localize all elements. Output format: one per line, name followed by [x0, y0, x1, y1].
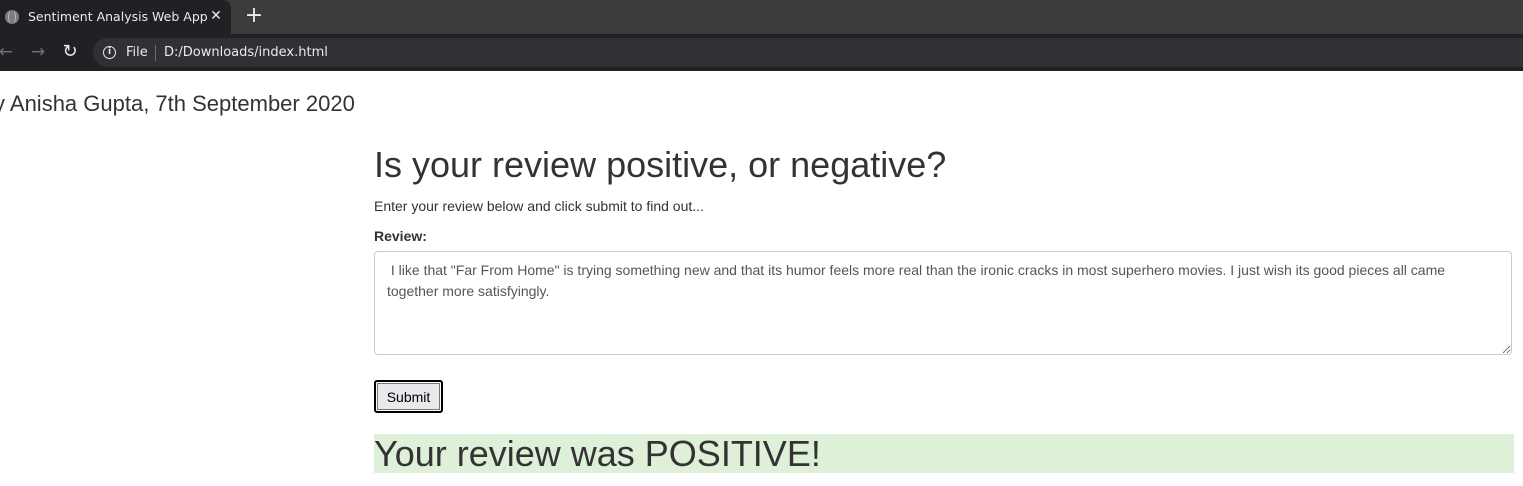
- review-label: Review:: [374, 228, 427, 244]
- address-bar[interactable]: i File D:/Downloads/index.html: [93, 38, 1523, 67]
- browser-tab[interactable]: Sentiment Analysis Web App ✕: [0, 0, 231, 34]
- result-banner: Your review was POSITIVE!: [374, 433, 1514, 474]
- browser-toolbar: ← → ↻ i File D:/Downloads/index.html: [0, 34, 1523, 71]
- url-text[interactable]: D:/Downloads/index.html: [164, 45, 328, 60]
- page-title: Is your review positive, or negative?: [374, 144, 947, 185]
- author-byline: y Anisha Gupta, 7th September 2020: [0, 91, 355, 116]
- plus-icon[interactable]: +: [243, 5, 265, 27]
- info-icon[interactable]: i: [103, 46, 116, 59]
- review-textarea[interactable]: I like that "Far From Home" is trying so…: [374, 251, 1512, 355]
- forward-arrow-icon[interactable]: →: [27, 41, 49, 63]
- close-icon[interactable]: ✕: [207, 7, 225, 25]
- globe-icon: [5, 10, 19, 24]
- page-content: y Anisha Gupta, 7th September 2020 Is yo…: [0, 71, 1523, 486]
- intro-text: Enter your review below and click submit…: [374, 198, 704, 214]
- tab-title: Sentiment Analysis Web App: [28, 9, 208, 24]
- submit-button[interactable]: Submit: [374, 380, 443, 413]
- result-text: Your review was POSITIVE!: [374, 433, 821, 474]
- reload-icon[interactable]: ↻: [59, 41, 81, 63]
- browser-tab-strip: Sentiment Analysis Web App ✕ +: [0, 0, 1523, 34]
- url-scheme-label: File: [126, 45, 148, 60]
- back-arrow-icon[interactable]: ←: [0, 41, 17, 63]
- url-divider: [155, 45, 156, 61]
